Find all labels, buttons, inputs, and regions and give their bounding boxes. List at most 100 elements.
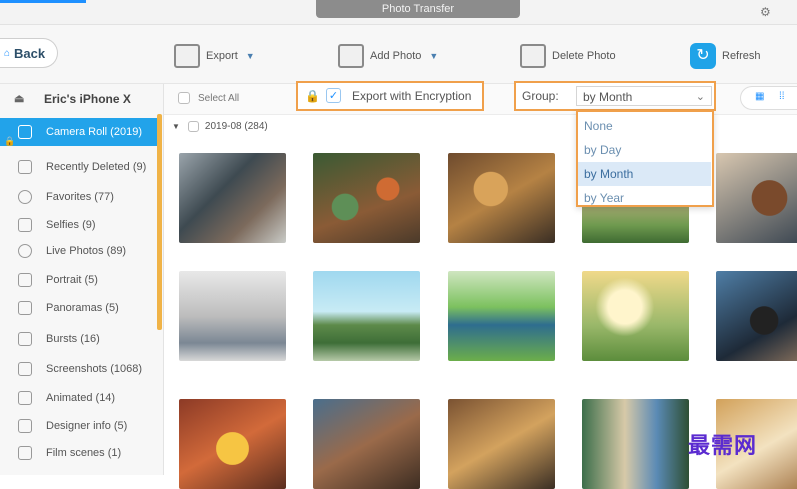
home-icon: ⌂ (4, 48, 11, 59)
panorama-icon (18, 301, 32, 315)
album-icon (18, 446, 32, 460)
album-icon (18, 419, 32, 433)
sidebar-item-designer-info[interactable]: Designer info (5) (0, 412, 158, 440)
photo-thumbnail[interactable] (716, 153, 797, 243)
photo-thumbnail[interactable] (179, 399, 286, 489)
group-selector: Group: by Month ⌄ (514, 81, 716, 111)
chevron-down-icon: ⌄ (695, 91, 705, 103)
section-checkbox[interactable] (187, 121, 199, 132)
animated-icon (18, 391, 32, 405)
group-option-none[interactable]: None (578, 114, 711, 138)
refresh-label: Refresh (722, 50, 761, 62)
select-all[interactable]: Select All (178, 92, 239, 104)
heart-icon (18, 190, 32, 204)
cube-icon (18, 273, 32, 287)
trash-icon (18, 160, 32, 174)
add-photo-icon (338, 44, 364, 68)
collapse-triangle-icon[interactable]: ▼ (172, 122, 180, 131)
live-photo-icon (18, 244, 32, 258)
delete-photo-icon (520, 44, 546, 68)
small-grid-view-icon[interactable]: ⁞⁞ (779, 91, 785, 102)
sidebar-item-selfies[interactable]: Selfies (9) (0, 211, 158, 239)
sidebar-item-live-photos[interactable]: Live Photos (89) (0, 237, 158, 265)
group-option-by-month[interactable]: by Month (578, 162, 711, 186)
photo-thumbnail[interactable] (582, 399, 689, 489)
lock-icon: 🔒 (305, 89, 320, 103)
sidebar-item-label: Live Photos (89) (46, 245, 127, 257)
photo-thumbnail[interactable] (582, 271, 689, 361)
encryption-label: Export with Encryption (352, 89, 472, 103)
photo-thumbnail[interactable] (448, 153, 555, 243)
back-label: Back (14, 46, 46, 61)
add-photo-label: Add Photo (370, 50, 422, 62)
group-option-by-year[interactable]: by Year (578, 186, 711, 210)
sidebar-item-film-scenes[interactable]: Film scenes (1) (0, 439, 158, 467)
sidebar-item-recently-deleted[interactable]: Recently Deleted (9) (0, 153, 158, 181)
camera-icon (18, 125, 32, 139)
export-button[interactable]: Export ▼ (174, 39, 255, 73)
sidebar-item-favorites[interactable]: Favorites (77) (0, 183, 158, 211)
burst-icon (18, 332, 32, 346)
photo-thumbnail[interactable] (313, 271, 420, 361)
person-icon (18, 218, 32, 232)
toolbar: ⌂ Back Export ▼ Add Photo ▼ Delete Photo… (0, 25, 797, 84)
section-label: 2019-08 (284) (204, 121, 268, 132)
month-section-header: ▼ 2019-08 (284) (172, 121, 268, 132)
photo-thumbnail[interactable] (448, 271, 555, 361)
photo-thumbnail[interactable] (448, 399, 555, 489)
sidebar-item-label: Film scenes (1) (46, 447, 122, 459)
group-option-by-day[interactable]: by Day (578, 138, 711, 162)
sidebar-item-label: Bursts (16) (46, 333, 100, 345)
sidebar-item-portrait[interactable]: Portrait (5) (0, 266, 158, 294)
sidebar-item-label: Selfies (9) (46, 219, 96, 231)
select-all-label: Select All (198, 92, 240, 104)
photo-thumbnail[interactable] (716, 271, 797, 361)
sidebar-item-panoramas[interactable]: Panoramas (5) (0, 294, 158, 322)
group-select[interactable]: by Month ⌄ (576, 86, 712, 106)
sidebar-item-screenshots[interactable]: Screenshots (1068) (0, 355, 158, 383)
group-label: Group: (522, 89, 559, 103)
photo-thumbnail[interactable] (313, 153, 420, 243)
delete-photo-label: Delete Photo (552, 50, 616, 62)
sidebar-scrollbar[interactable] (157, 114, 162, 330)
sidebar-item-label: Recently Deleted (9) (46, 161, 147, 173)
refresh-icon: ↻ (690, 43, 716, 69)
lock-icon: 🔒 (4, 136, 16, 146)
sidebar-item-camera-roll[interactable]: 🔒 Camera Roll (2019) (0, 118, 158, 146)
window-title: Photo Transfer (316, 0, 520, 18)
group-selected-value: by Month (583, 90, 633, 104)
sidebar-item-animated[interactable]: Animated (14) (0, 384, 158, 412)
encryption-checkbox[interactable]: ✓ (326, 88, 341, 103)
export-icon (174, 44, 200, 68)
view-toggle: ▦ ⁞⁞ (740, 86, 797, 110)
accent-line (0, 0, 86, 3)
sidebar-item-label: Panoramas (5) (46, 302, 119, 314)
export-label: Export (206, 50, 238, 62)
photo-thumbnail[interactable] (179, 153, 286, 243)
sidebar-item-label: Screenshots (1068) (46, 363, 142, 375)
eject-icon[interactable]: ⏏ (14, 84, 24, 114)
photo-thumbnail[interactable] (313, 399, 420, 489)
sidebar: ⏏ Eric's iPhone X 🔒 Camera Roll (2019) R… (0, 84, 164, 475)
select-all-checkbox[interactable] (178, 92, 190, 104)
add-photo-button[interactable]: Add Photo ▼ (338, 39, 438, 73)
settings-gear-icon[interactable]: ⚙ (760, 5, 771, 19)
grid-view-icon[interactable]: ▦ (755, 91, 764, 102)
add-photo-dropdown-icon[interactable]: ▼ (429, 51, 438, 61)
device-name: Eric's iPhone X (44, 92, 131, 106)
photo-thumbnail[interactable] (179, 271, 286, 361)
sidebar-item-bursts[interactable]: Bursts (16) (0, 325, 158, 353)
title-bar: Photo Transfer ⚙ (0, 0, 797, 25)
refresh-button[interactable]: ↻ Refresh (690, 39, 761, 73)
sidebar-item-label: Portrait (5) (46, 274, 98, 286)
export-encryption-option[interactable]: 🔒 ✓ Export with Encryption (296, 81, 484, 111)
sidebar-item-label: Favorites (77) (46, 191, 114, 203)
watermark-text: 最需网 (688, 434, 758, 459)
sidebar-item-label: Animated (14) (46, 392, 116, 404)
delete-photo-button[interactable]: Delete Photo (520, 39, 616, 73)
sidebar-item-label: Camera Roll (2019) (46, 126, 142, 138)
back-button[interactable]: ⌂ Back (0, 38, 58, 68)
device-header[interactable]: ⏏ Eric's iPhone X (0, 84, 163, 114)
group-dropdown-menu: None by Day by Month by Year (576, 110, 714, 207)
export-dropdown-icon[interactable]: ▼ (246, 51, 255, 61)
